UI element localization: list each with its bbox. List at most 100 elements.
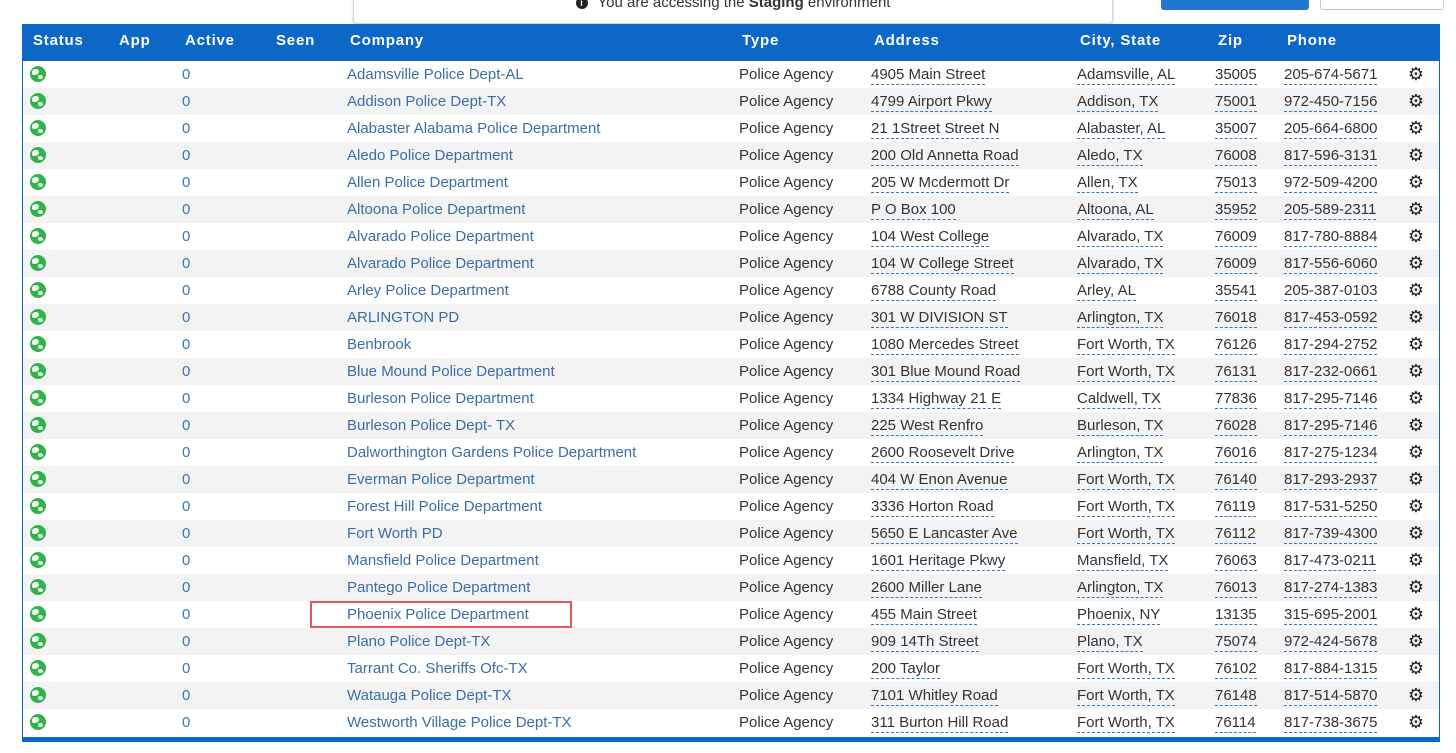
table-row[interactable]: 0 Addison Police Dept-TX Police Agency 4… xyxy=(23,88,1439,115)
phone-cell[interactable]: 817-596-3131 xyxy=(1284,147,1378,166)
zip-cell[interactable]: 76016 xyxy=(1215,444,1257,463)
header-company[interactable]: Company xyxy=(350,32,424,49)
phone-cell[interactable]: 205-664-6800 xyxy=(1284,120,1378,139)
table-row[interactable]: 0 Alvarado Police Department Police Agen… xyxy=(23,250,1439,277)
city-state-cell[interactable]: Fort Worth, TX xyxy=(1077,687,1175,706)
active-count[interactable]: 0 xyxy=(182,147,190,164)
table-row[interactable]: 0 Adamsville Police Dept-AL Police Agenc… xyxy=(23,61,1439,88)
company-link[interactable]: Alvarado Police Department xyxy=(347,255,534,272)
table-row[interactable]: 0 Fort Worth PD Police Agency 5650 E Lan… xyxy=(23,520,1439,547)
city-state-cell[interactable]: Alvarado, TX xyxy=(1077,255,1164,274)
header-address[interactable]: Address xyxy=(874,32,940,49)
active-count[interactable]: 0 xyxy=(182,660,190,677)
active-count[interactable]: 0 xyxy=(182,201,190,218)
phone-cell[interactable]: 817-295-7146 xyxy=(1284,390,1378,409)
header-seen[interactable]: Seen xyxy=(276,32,315,49)
phone-cell[interactable]: 817-295-7146 xyxy=(1284,417,1378,436)
company-link[interactable]: Phoenix Police Department xyxy=(347,606,529,623)
zip-cell[interactable]: 75074 xyxy=(1215,633,1257,652)
address-cell[interactable]: 909 14Th Street xyxy=(871,633,979,652)
address-cell[interactable]: 404 W Enon Avenue xyxy=(871,471,1008,490)
zip-cell[interactable]: 75013 xyxy=(1215,174,1257,193)
phone-cell[interactable]: 205-674-5671 xyxy=(1284,66,1378,85)
phone-cell[interactable]: 817-738-3675 xyxy=(1284,714,1378,733)
city-state-cell[interactable]: Allen, TX xyxy=(1077,174,1138,193)
header-zip[interactable]: Zip xyxy=(1218,32,1243,49)
gear-icon[interactable]: ⚙ xyxy=(1406,334,1426,354)
table-row[interactable]: 0 Pantego Police Department Police Agenc… xyxy=(23,574,1439,601)
header-active[interactable]: Active xyxy=(185,32,235,49)
company-link[interactable]: Benbrook xyxy=(347,336,411,353)
company-link[interactable]: Altoona Police Department xyxy=(347,201,525,218)
active-count[interactable]: 0 xyxy=(182,417,190,434)
zip-cell[interactable]: 76126 xyxy=(1215,336,1257,355)
gear-icon[interactable]: ⚙ xyxy=(1406,145,1426,165)
header-city-state[interactable]: City, State xyxy=(1080,32,1161,49)
table-row[interactable]: 0 Burleson Police Dept- TX Police Agency… xyxy=(23,412,1439,439)
company-link[interactable]: Fort Worth PD xyxy=(347,525,443,542)
address-cell[interactable]: 6788 County Road xyxy=(871,282,997,301)
phone-cell[interactable]: 817-531-5250 xyxy=(1284,498,1378,517)
gear-icon[interactable]: ⚙ xyxy=(1406,685,1426,705)
zip-cell[interactable]: 76028 xyxy=(1215,417,1257,436)
phone-cell[interactable]: 315-695-2001 xyxy=(1284,606,1378,625)
phone-cell[interactable]: 817-294-2752 xyxy=(1284,336,1378,355)
zip-cell[interactable]: 35541 xyxy=(1215,282,1257,301)
active-count[interactable]: 0 xyxy=(182,606,190,623)
phone-cell[interactable]: 972-424-5678 xyxy=(1284,633,1378,652)
gear-icon[interactable]: ⚙ xyxy=(1406,91,1426,111)
table-row[interactable]: 0 Forest Hill Police Department Police A… xyxy=(23,493,1439,520)
gear-icon[interactable]: ⚙ xyxy=(1406,253,1426,273)
zip-cell[interactable]: 76063 xyxy=(1215,552,1257,571)
city-state-cell[interactable]: Alabaster, AL xyxy=(1077,120,1166,139)
city-state-cell[interactable]: Addison, TX xyxy=(1077,93,1159,112)
city-state-cell[interactable]: Arlington, TX xyxy=(1077,309,1164,328)
active-count[interactable]: 0 xyxy=(182,336,190,353)
address-cell[interactable]: 21 1Street Street N xyxy=(871,120,1000,139)
table-row[interactable]: 0 Watauga Police Dept-TX Police Agency 7… xyxy=(23,682,1439,709)
phone-cell[interactable]: 817-453-0592 xyxy=(1284,309,1378,328)
table-row[interactable]: 0 Alvarado Police Department Police Agen… xyxy=(23,223,1439,250)
active-count[interactable]: 0 xyxy=(182,282,190,299)
active-count[interactable]: 0 xyxy=(182,390,190,407)
company-link[interactable]: Arley Police Department xyxy=(347,282,509,299)
phone-cell[interactable]: 817-884-1315 xyxy=(1284,660,1378,679)
city-state-cell[interactable]: Plano, TX xyxy=(1077,633,1143,652)
table-row[interactable]: 0 Plano Police Dept-TX Police Agency 909… xyxy=(23,628,1439,655)
gear-icon[interactable]: ⚙ xyxy=(1406,415,1426,435)
address-cell[interactable]: 7101 Whitley Road xyxy=(871,687,998,706)
table-row[interactable]: 0 Benbrook Police Agency 1080 Mercedes S… xyxy=(23,331,1439,358)
active-count[interactable]: 0 xyxy=(182,687,190,704)
address-cell[interactable]: 205 W Mcdermott Dr xyxy=(871,174,1010,193)
phone-cell[interactable]: 817-514-5870 xyxy=(1284,687,1378,706)
active-count[interactable]: 0 xyxy=(182,714,190,731)
primary-action-button[interactable] xyxy=(1161,0,1309,10)
company-link[interactable]: Allen Police Department xyxy=(347,174,508,191)
gear-icon[interactable]: ⚙ xyxy=(1406,604,1426,624)
address-cell[interactable]: 200 Taylor xyxy=(871,660,940,679)
city-state-cell[interactable]: Alvarado, TX xyxy=(1077,228,1164,247)
gear-icon[interactable]: ⚙ xyxy=(1406,64,1426,84)
gear-icon[interactable]: ⚙ xyxy=(1406,118,1426,138)
table-row[interactable]: 0 Aledo Police Department Police Agency … xyxy=(23,142,1439,169)
address-cell[interactable]: 1334 Highway 21 E xyxy=(871,390,1002,409)
gear-icon[interactable]: ⚙ xyxy=(1406,523,1426,543)
company-link[interactable]: Watauga Police Dept-TX xyxy=(347,687,512,704)
address-cell[interactable]: 104 West College xyxy=(871,228,990,247)
company-link[interactable]: Blue Mound Police Department xyxy=(347,363,555,380)
city-state-cell[interactable]: Adamsville, AL xyxy=(1077,66,1176,85)
company-link[interactable]: Alvarado Police Department xyxy=(347,228,534,245)
zip-cell[interactable]: 76131 xyxy=(1215,363,1257,382)
gear-icon[interactable]: ⚙ xyxy=(1406,631,1426,651)
active-count[interactable]: 0 xyxy=(182,309,190,326)
gear-icon[interactable]: ⚙ xyxy=(1406,280,1426,300)
active-count[interactable]: 0 xyxy=(182,228,190,245)
city-state-cell[interactable]: Arley, AL xyxy=(1077,282,1136,301)
zip-cell[interactable]: 76009 xyxy=(1215,228,1257,247)
zip-cell[interactable]: 76119 xyxy=(1215,498,1256,517)
zip-cell[interactable]: 35005 xyxy=(1215,66,1257,85)
header-app[interactable]: App xyxy=(119,32,151,49)
header-type[interactable]: Type xyxy=(742,32,779,49)
city-state-cell[interactable]: Fort Worth, TX xyxy=(1077,336,1175,355)
city-state-cell[interactable]: Caldwell, TX xyxy=(1077,390,1161,409)
